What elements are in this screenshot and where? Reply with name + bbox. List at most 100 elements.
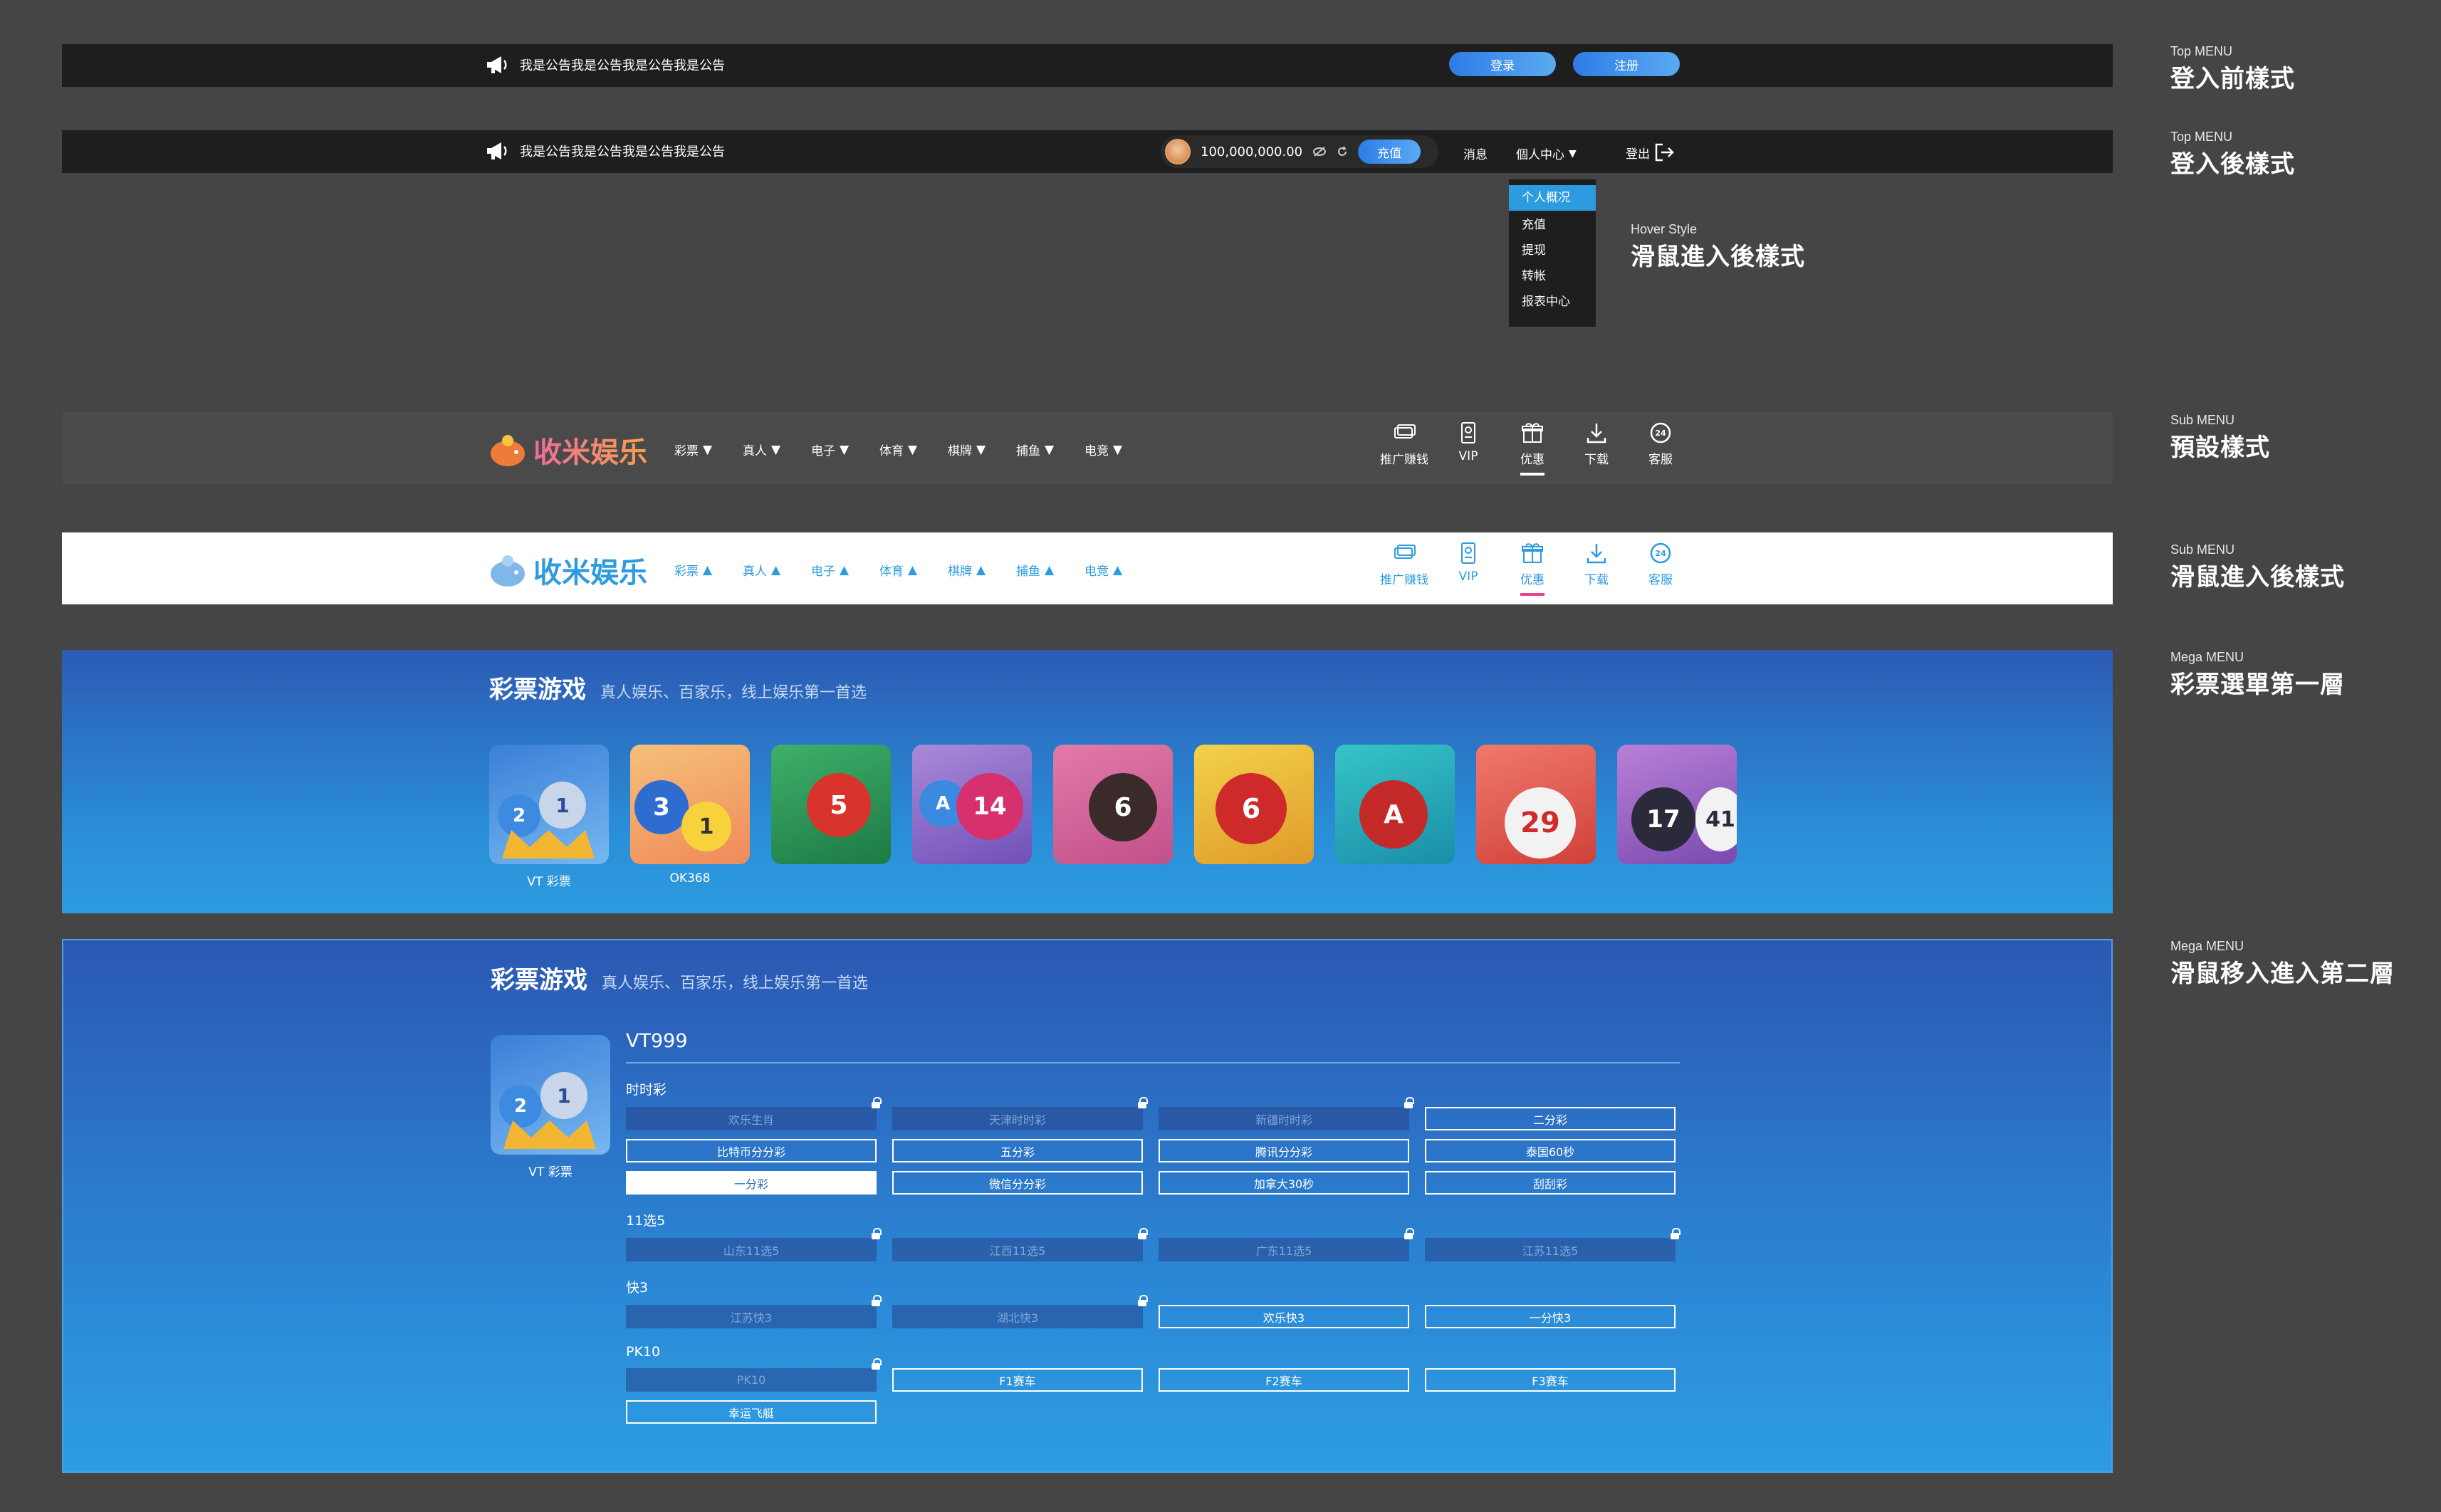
tool-promote[interactable]: 推广赚钱	[1372, 421, 1436, 476]
dropdown-item-overview[interactable]: 个人概况	[1509, 185, 1596, 211]
mega-menu-level-2: 彩票游戏 真人娱乐、百家乐，线上娱乐第一首选 2 1 VT 彩票 VT999 时…	[62, 939, 2113, 1473]
nav-item-esports[interactable]: 电竞 ▼	[1084, 441, 1153, 459]
nav-item-slots[interactable]: 电子 ▼	[811, 441, 879, 459]
nav-item-sports[interactable]: 体育 ▼	[879, 441, 948, 459]
game-thumbnail: 3 1	[630, 745, 750, 864]
logout-button[interactable]: 登出	[1626, 143, 1676, 162]
tool-promote[interactable]: 推广赚钱	[1372, 541, 1436, 596]
game-card[interactable]: 2 1 VT 彩票	[489, 745, 609, 889]
megaphone-icon	[487, 56, 507, 73]
game-thumbnail: 2 1	[489, 745, 609, 864]
game-card[interactable]: 29	[1476, 745, 1596, 887]
lottery-item[interactable]: 欢乐快3	[1159, 1305, 1409, 1328]
game-card[interactable]: 3 1 OK368	[630, 745, 750, 887]
support-24-icon: 24	[1650, 422, 1671, 443]
avatar[interactable]	[1165, 139, 1191, 164]
lottery-item[interactable]: 加拿大30秒	[1159, 1171, 1409, 1195]
register-button[interactable]: 注册	[1573, 52, 1680, 76]
tool-vip[interactable]: VIP	[1436, 541, 1500, 596]
lottery-item[interactable]: 幸运飞艇	[626, 1400, 877, 1424]
tool-service[interactable]: 24 客服	[1629, 541, 1693, 596]
personal-center-dropdown: 个人概况 充值 提现 转帐 报表中心	[1509, 179, 1596, 327]
section-title: 时时彩	[626, 1082, 667, 1098]
tool-nav: 推广赚钱 VIP 优惠 下载 24 客服	[1372, 541, 1693, 596]
caret-down-icon: ▼	[1569, 147, 1577, 159]
active-underline	[1520, 593, 1544, 596]
lottery-grid: 江苏快3 湖北快3 欢乐快3 一分快3	[626, 1295, 1680, 1328]
personal-center-menu[interactable]: 個人中心 ▼	[1516, 145, 1577, 163]
game-thumbnail: 6	[1194, 745, 1314, 864]
caret-down-icon: ▼	[908, 442, 918, 457]
game-card-selected[interactable]: 2 1 VT 彩票	[491, 1035, 610, 1180]
login-button[interactable]: 登录	[1449, 52, 1556, 76]
deposit-button[interactable]: 充值	[1358, 140, 1421, 164]
annotation-top-after: Top MENU 登入後樣式	[2170, 130, 2295, 179]
dropdown-item-deposit[interactable]: 充值	[1509, 212, 1596, 238]
game-card[interactable]: 5	[771, 745, 891, 887]
dropdown-item-transfer[interactable]: 转帐	[1509, 263, 1596, 289]
money-icon	[1394, 424, 1416, 439]
lock-icon	[871, 1358, 882, 1370]
lottery-item[interactable]: 刮刮彩	[1425, 1171, 1676, 1195]
caret-down-icon: ▼	[703, 442, 713, 457]
megaphone-icon	[487, 142, 507, 159]
lottery-item-selected[interactable]: 一分彩	[626, 1171, 877, 1195]
caret-down-icon: ▼	[840, 442, 850, 457]
lottery-item[interactable]: 比特币分分彩	[626, 1139, 877, 1162]
messages-link[interactable]: 消息	[1463, 145, 1488, 162]
lottery-item[interactable]: F2赛车	[1159, 1368, 1409, 1392]
mega-header: 彩票游戏 真人娱乐、百家乐，线上娱乐第一首选	[489, 670, 867, 705]
lock-icon	[1137, 1097, 1148, 1108]
game-card[interactable]: A 14	[912, 745, 1032, 887]
sub-menu-hover: 收米娱乐 彩票 ▲ 真人 ▲ 电子 ▲ 体育 ▲ 棋牌 ▲ 捕鱼 ▲ 电竞 ▲ 推广赚钱 VI…	[62, 532, 2113, 604]
svg-text:24: 24	[1655, 549, 1666, 558]
nav-item-fishing[interactable]: 捕鱼 ▲	[1016, 561, 1084, 579]
lottery-item[interactable]: 微信分分彩	[892, 1171, 1143, 1195]
section-title: 11选5	[626, 1213, 666, 1229]
tool-service[interactable]: 24 客服	[1629, 421, 1693, 476]
eye-hide-icon[interactable]	[1312, 146, 1327, 157]
lottery-item[interactable]: 腾讯分分彩	[1159, 1139, 1409, 1162]
tool-download[interactable]: 下载	[1564, 421, 1629, 476]
mega-subtitle: 真人娱乐、百家乐，线上娱乐第一首选	[602, 975, 869, 992]
wallet-panel: 100,000,000.00 充值	[1161, 135, 1438, 168]
refresh-icon[interactable]	[1337, 146, 1348, 157]
nav-item-sports[interactable]: 体育 ▲	[879, 561, 948, 579]
nav-item-live[interactable]: 真人 ▼	[743, 441, 811, 459]
nav-item-lottery[interactable]: 彩票 ▲	[674, 561, 743, 579]
game-thumbnail: 2 1	[491, 1035, 610, 1155]
nav-item-slots[interactable]: 电子 ▲	[811, 561, 879, 579]
game-card[interactable]: A	[1335, 745, 1455, 887]
logo[interactable]: 收米娱乐	[488, 550, 647, 591]
lottery-item[interactable]: F3赛车	[1425, 1368, 1676, 1392]
tool-promo[interactable]: 优惠	[1500, 421, 1564, 476]
tool-vip[interactable]: VIP	[1436, 421, 1500, 476]
lottery-item-locked: 广东11选5	[1159, 1228, 1414, 1261]
nav-item-chess[interactable]: 棋牌 ▼	[948, 441, 1016, 459]
tool-promo[interactable]: 优惠	[1500, 541, 1564, 596]
nav-item-live[interactable]: 真人 ▲	[743, 561, 811, 579]
lottery-item[interactable]: 五分彩	[892, 1139, 1143, 1162]
mega-title: 彩票游戏	[491, 966, 587, 994]
tool-download[interactable]: 下载	[1564, 541, 1629, 596]
nav-item-lottery[interactable]: 彩票 ▼	[674, 441, 743, 459]
nav-item-esports[interactable]: 电竞 ▲	[1084, 561, 1153, 579]
svg-text:24: 24	[1655, 429, 1666, 438]
dropdown-item-withdraw[interactable]: 提现	[1509, 238, 1596, 263]
annotation-mega-second: Mega MENU 滑鼠移入進入第二層	[2170, 939, 2395, 988]
nav-item-fishing[interactable]: 捕鱼 ▼	[1016, 441, 1084, 459]
game-thumbnail: 6	[1053, 745, 1173, 864]
game-thumbnail: 29	[1476, 745, 1596, 864]
game-card[interactable]: 6	[1194, 745, 1314, 887]
nav-item-chess[interactable]: 棋牌 ▲	[948, 561, 1016, 579]
gift-icon	[1522, 423, 1543, 443]
dropdown-item-reports[interactable]: 报表中心	[1509, 289, 1596, 315]
lottery-item[interactable]: 泰国60秒	[1425, 1139, 1676, 1162]
game-card[interactable]: 6	[1053, 745, 1173, 887]
lottery-item[interactable]: 二分彩	[1425, 1107, 1676, 1130]
game-card[interactable]: 17 41	[1617, 745, 1737, 887]
lottery-item[interactable]: 一分快3	[1425, 1305, 1676, 1328]
piggy-logo-icon	[491, 435, 525, 466]
lottery-item[interactable]: F1赛车	[892, 1368, 1143, 1392]
logo[interactable]: 收米娱乐	[488, 429, 647, 471]
